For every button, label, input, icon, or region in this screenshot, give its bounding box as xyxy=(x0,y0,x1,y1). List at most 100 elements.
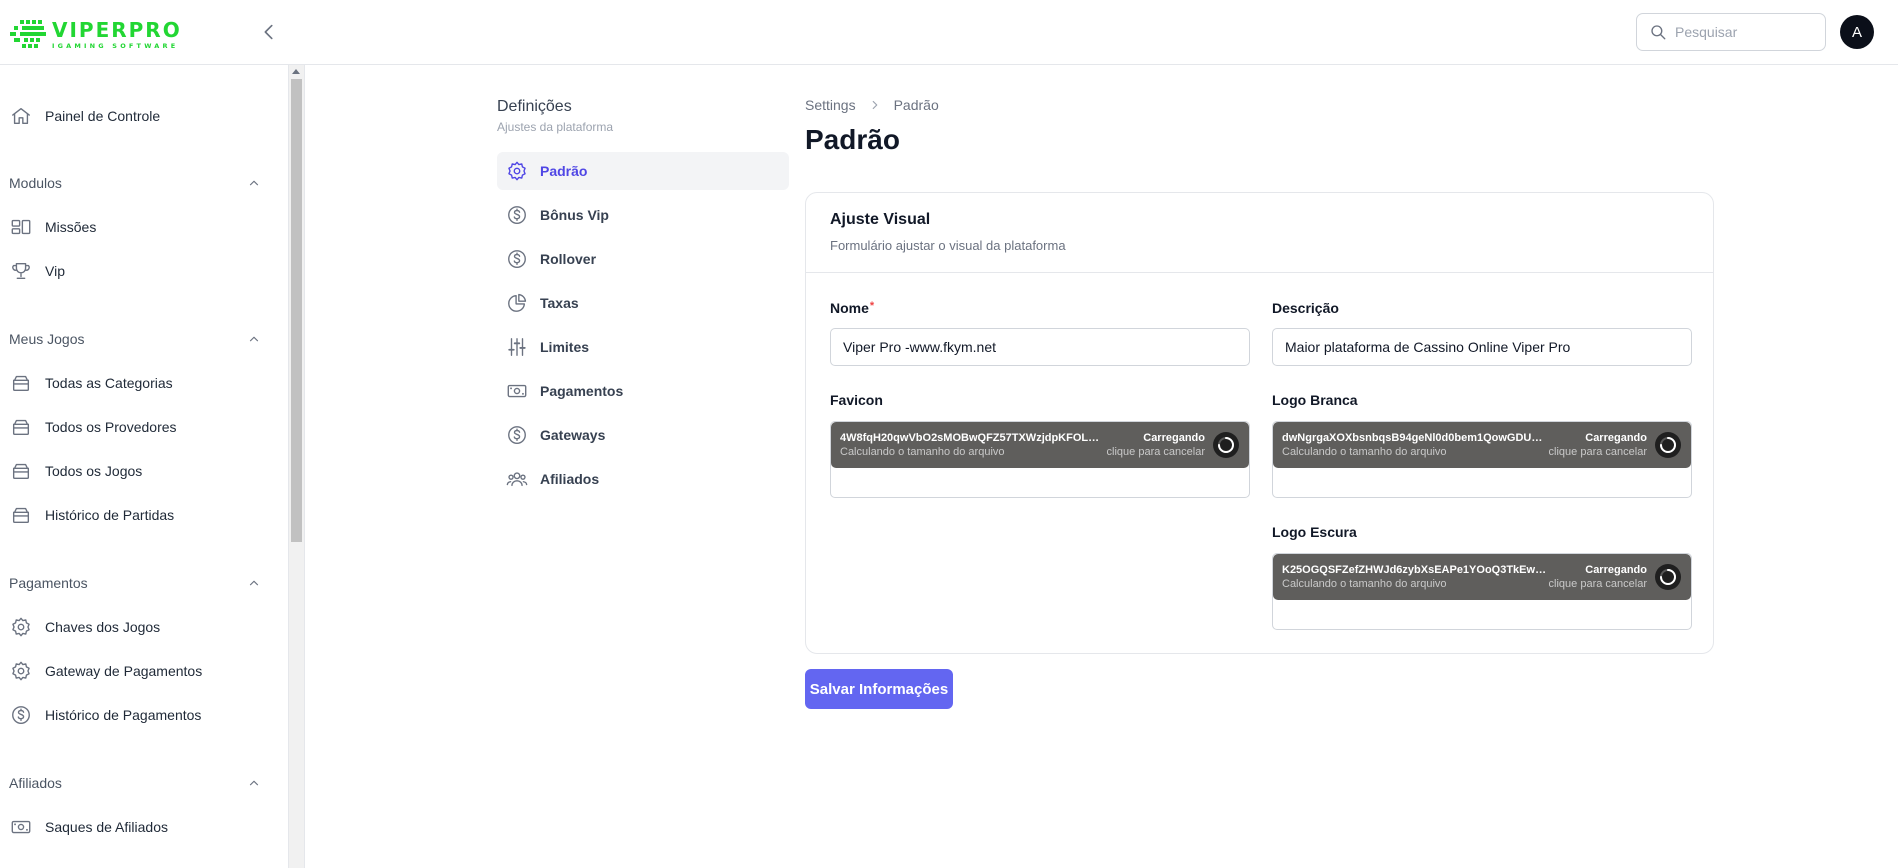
nome-input[interactable] xyxy=(830,328,1250,366)
settings-item-label: Bônus Vip xyxy=(540,207,609,223)
upload-cancel-button[interactable] xyxy=(1655,564,1681,590)
favicon-uploader[interactable]: 4W8fqH20qwVbO2sMOBwQFZ57TXWzjdpKFOLKWN..… xyxy=(830,421,1250,498)
sidebar-item-gateway-de-pagamentos[interactable]: Gateway de Pagamentos xyxy=(10,653,270,689)
sidebar-scrollbar[interactable] xyxy=(288,65,304,868)
search-icon xyxy=(1651,25,1666,40)
descricao-label: Descrição xyxy=(1272,300,1339,316)
settings-item-label: Limites xyxy=(540,339,590,355)
upload-cancel-hint[interactable]: clique para cancelar xyxy=(1549,578,1647,590)
sidebar-collapse-button[interactable] xyxy=(258,20,280,44)
sidebar-section-modulos[interactable]: Modulos xyxy=(9,171,261,195)
breadcrumb-settings[interactable]: Settings xyxy=(805,97,856,113)
scrollbar-thumb[interactable] xyxy=(291,79,302,542)
scroll-up-arrow-icon[interactable] xyxy=(292,69,300,74)
upload-item: dwNgrgaXOXbsnbqsB94geNl0d0bem1QowGDUzsIT… xyxy=(1273,422,1691,468)
settings-item-padrao[interactable]: Padrão xyxy=(497,152,789,190)
settings-item-gateways[interactable]: Gateways xyxy=(497,416,789,454)
sidebar-item-label: Painel de Controle xyxy=(45,108,161,124)
settings-subtitle: Ajustes da plataforma xyxy=(497,120,614,134)
search-input[interactable] xyxy=(1675,24,1815,40)
upload-status: Carregando xyxy=(1585,432,1647,444)
sidebar-item-label: Saques de Afiliados xyxy=(45,819,168,835)
sidebar-item-painel-de-controle[interactable]: Painel de Controle xyxy=(10,98,270,134)
upload-cancel-button[interactable] xyxy=(1213,432,1239,458)
sidebar-item-historico-de-partidas[interactable]: Histórico de Partidas xyxy=(10,497,270,533)
settings-item-pagamentos[interactable]: Pagamentos xyxy=(497,372,789,410)
sidebar-item-label: Gateway de Pagamentos xyxy=(45,663,203,679)
trophy-icon xyxy=(10,260,32,282)
upload-cancel-button[interactable] xyxy=(1655,432,1681,458)
brand-logo[interactable]: VIPERPRO IGAMING SOFTWARE xyxy=(10,18,182,52)
banknote-icon xyxy=(506,380,528,402)
settings-item-label: Gateways xyxy=(540,427,606,443)
sidebar-item-label: Todos os Provedores xyxy=(45,419,177,435)
sidebar-item-historico-de-pagamentos[interactable]: Histórico de Pagamentos xyxy=(10,697,270,733)
dollar-icon xyxy=(506,248,528,270)
sliders-icon xyxy=(506,336,528,358)
visual-settings-card: Ajuste Visual Formulário ajustar o visua… xyxy=(805,192,1714,654)
sidebar-item-todas-as-categorias[interactable]: Todas as Categorias xyxy=(10,365,270,401)
brand-tagline: IGAMING SOFTWARE xyxy=(52,42,179,50)
sidebar-section-title: Afiliados xyxy=(9,775,62,791)
brand-name: VIPERPRO xyxy=(52,18,182,42)
sidebar-item-missoes[interactable]: Missões xyxy=(10,209,270,245)
sidebar-item-label: Missões xyxy=(45,219,97,235)
gear-icon xyxy=(10,660,32,682)
sidebar-item-todos-os-jogos[interactable]: Todos os Jogos xyxy=(10,453,270,489)
card-header: Ajuste Visual Formulário ajustar o visua… xyxy=(806,193,1713,273)
card-title: Ajuste Visual xyxy=(830,211,931,228)
sidebar-item-label: Todos os Jogos xyxy=(45,463,143,479)
sidebar-item-label: Todas as Categorias xyxy=(45,375,173,391)
gear-icon xyxy=(10,616,32,638)
upload-status: Carregando xyxy=(1143,432,1205,444)
box-icon xyxy=(10,504,32,526)
save-button[interactable]: Salvar Informações xyxy=(805,669,953,709)
logo-branca-uploader[interactable]: dwNgrgaXOXbsnbqsB94geNl0d0bem1QowGDUzsIT… xyxy=(1272,421,1692,498)
upload-cancel-hint[interactable]: clique para cancelar xyxy=(1107,446,1205,458)
sidebar-section-meus-jogos[interactable]: Meus Jogos xyxy=(9,327,261,351)
chevron-left-icon xyxy=(264,24,273,40)
settings-item-afiliados[interactable]: Afiliados xyxy=(497,460,789,498)
settings-item-rollover[interactable]: Rollover xyxy=(497,240,789,278)
sidebar-section-afiliados[interactable]: Afiliados xyxy=(9,771,261,795)
search-box[interactable] xyxy=(1636,13,1826,51)
sidebar: Painel de Controle Modulos Missões Vip M… xyxy=(0,65,288,868)
logo-escura-label: Logo Escura xyxy=(1272,524,1357,540)
upload-file-name: 4W8fqH20qwVbO2sMOBwQFZ57TXWzjdpKFOLKWN..… xyxy=(840,432,1105,444)
settings-item-label: Pagamentos xyxy=(540,383,624,399)
sidebar-section-pagamentos[interactable]: Pagamentos xyxy=(9,571,261,595)
user-avatar[interactable]: A xyxy=(1840,15,1874,49)
sidebar-item-label: Chaves dos Jogos xyxy=(45,619,161,635)
spinner-icon xyxy=(1218,437,1235,454)
upload-item: K25OGQSFZefZHWJd6zybXsEAPe1YOoQ3TkEw1LAK… xyxy=(1273,554,1691,600)
upload-item: 4W8fqH20qwVbO2sMOBwQFZ57TXWzjdpKFOLKWN..… xyxy=(831,422,1249,468)
nome-label: Nome* xyxy=(830,300,874,316)
upload-cancel-hint[interactable]: clique para cancelar xyxy=(1549,446,1647,458)
upload-file-name: K25OGQSFZefZHWJd6zybXsEAPe1YOoQ3TkEw1LAK… xyxy=(1282,564,1547,576)
settings-item-bonus-vip[interactable]: Bônus Vip xyxy=(497,196,789,234)
box-icon xyxy=(10,372,32,394)
card-subtitle: Formulário ajustar o visual da plataform… xyxy=(830,238,1066,253)
sidebar-item-todos-os-provedores[interactable]: Todos os Provedores xyxy=(10,409,270,445)
chevron-up-icon xyxy=(247,776,261,790)
settings-item-limites[interactable]: Limites xyxy=(497,328,789,366)
settings-item-taxas[interactable]: Taxas xyxy=(497,284,789,322)
upload-file-name: dwNgrgaXOXbsnbqsB94geNl0d0bem1QowGDUzsIT… xyxy=(1282,432,1547,444)
upload-status: Carregando xyxy=(1585,564,1647,576)
sidebar-item-vip[interactable]: Vip xyxy=(10,253,270,289)
chevron-up-icon xyxy=(247,576,261,590)
users-icon xyxy=(506,468,528,490)
box-icon xyxy=(10,460,32,482)
viperpro-logo-icon xyxy=(10,20,46,48)
required-mark: * xyxy=(869,300,875,312)
sidebar-item-label: Histórico de Partidas xyxy=(45,507,175,523)
spinner-icon xyxy=(1660,569,1677,586)
dollar-icon xyxy=(506,204,528,226)
sidebar-item-saques-de-afiliados[interactable]: Saques de Afiliados xyxy=(10,809,270,845)
upload-file-size: Calculando o tamanho do arquivo xyxy=(1282,446,1447,458)
settings-item-label: Taxas xyxy=(540,295,579,311)
descricao-input[interactable] xyxy=(1272,328,1692,366)
logo-escura-uploader[interactable]: K25OGQSFZefZHWJd6zybXsEAPe1YOoQ3TkEw1LAK… xyxy=(1272,553,1692,630)
sidebar-item-chaves-dos-jogos[interactable]: Chaves dos Jogos xyxy=(10,609,270,645)
upload-file-size: Calculando o tamanho do arquivo xyxy=(840,446,1005,458)
